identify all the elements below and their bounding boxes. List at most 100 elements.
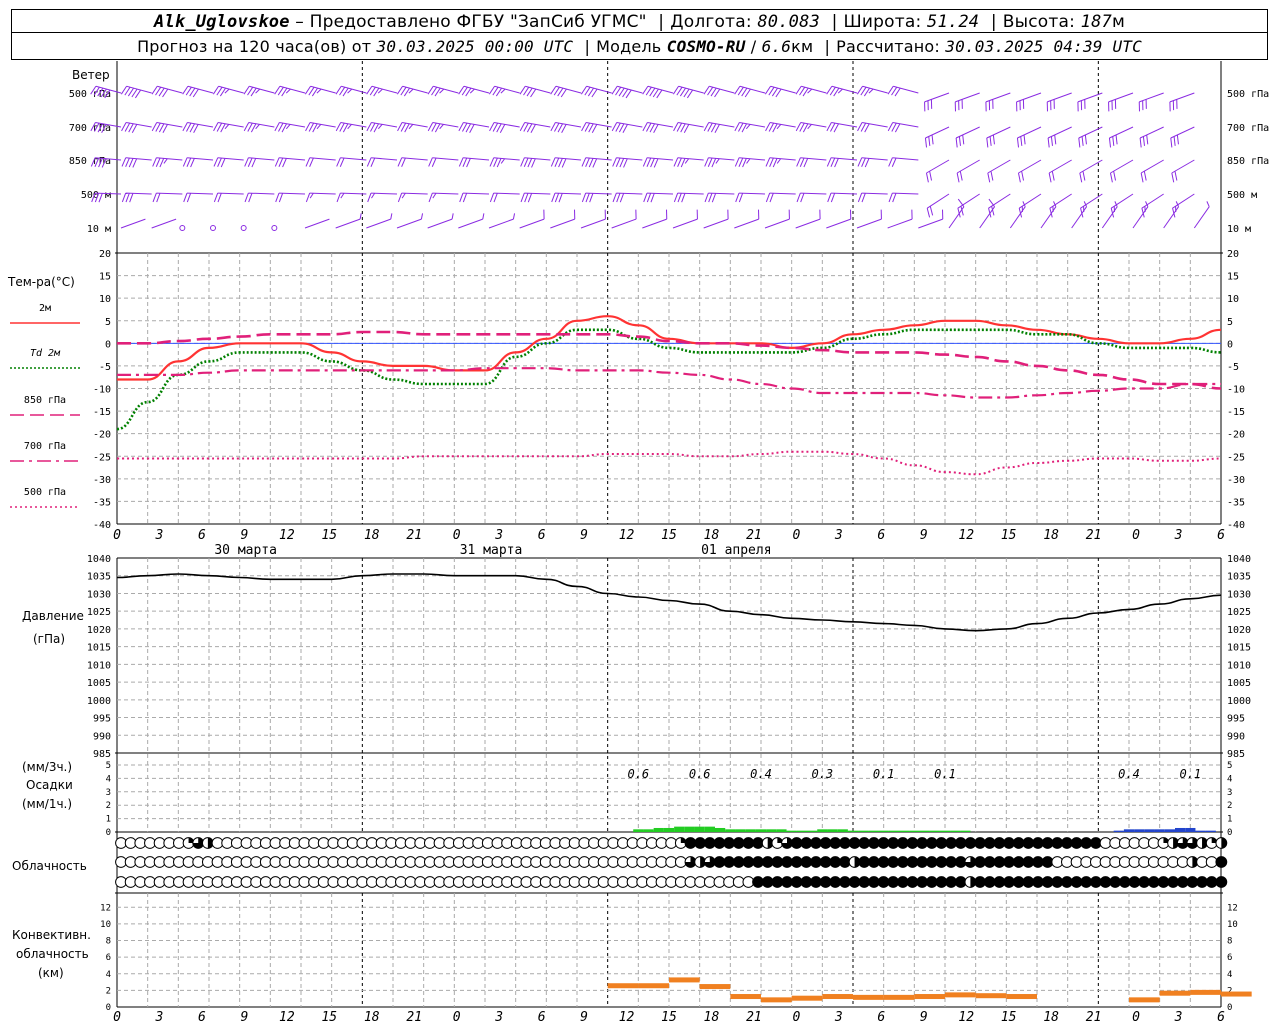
hour-tick-upper: 21 [746, 528, 762, 543]
hour-tick-lower: 15 [1001, 1010, 1017, 1024]
wind-barb [458, 121, 490, 133]
wind-barb [856, 85, 888, 97]
conv-ytick-right: 8 [1227, 937, 1232, 947]
precip-amount-label: 0.6 [689, 767, 711, 781]
hour-tick-lower: 9 [240, 1010, 248, 1024]
precip-bar [1123, 829, 1135, 832]
wind-barb [459, 192, 490, 203]
temp-ytick-right: -5 [1227, 362, 1239, 373]
conv-cloud-bar [822, 994, 853, 1000]
wind-barb [428, 157, 459, 167]
hour-tick-lower: 21 [406, 1010, 422, 1024]
wind-barb [1110, 193, 1134, 218]
precip-bar [674, 826, 685, 832]
wind-barb [271, 225, 278, 231]
precip-bar [735, 829, 746, 832]
wind-barb [519, 121, 551, 133]
wind-barb [1048, 159, 1072, 183]
wind-barb [182, 121, 214, 133]
wind-barb [367, 192, 398, 203]
wind-barb [985, 92, 1011, 112]
temp-legend-label: Td 2м [30, 348, 61, 359]
hour-tick-upper: 18 [1043, 528, 1059, 543]
precip-unit-3h: (мм/3ч.) [22, 760, 73, 774]
wind-barb [1046, 92, 1072, 112]
temp-ytick-left: -15 [93, 407, 111, 418]
pressure-ytick-right: 1000 [1227, 696, 1251, 707]
wind-barb [703, 85, 735, 98]
temp-panel-title: Тем-ра(°C) [8, 275, 75, 289]
precip-amount-label: 0.1 [873, 767, 895, 781]
wind-barb [703, 121, 735, 133]
hour-tick-upper: 6 [1217, 528, 1225, 543]
precip-bar [1195, 830, 1206, 832]
pressure-ytick-right: 1030 [1227, 589, 1251, 600]
wind-barb [1141, 193, 1164, 218]
wind-barb [642, 121, 674, 133]
pressure-ytick-left: 1040 [87, 554, 111, 565]
wind-barb [1109, 159, 1134, 183]
wind-barb [642, 85, 674, 99]
conv-ytick-left: 6 [106, 953, 111, 963]
precip-amount-label: 0.6 [627, 767, 649, 781]
wind-barb [611, 121, 643, 133]
precip-bar [755, 829, 767, 832]
wind-barb [735, 192, 766, 203]
wind-barb [519, 85, 551, 98]
wind-barb [550, 157, 582, 168]
wind-barb [213, 121, 244, 133]
precip-bar [827, 829, 838, 832]
pressure-ytick-right: 1025 [1227, 607, 1251, 618]
conv-ytick-right: 10 [1227, 920, 1238, 930]
precip-bar [858, 830, 869, 832]
conv-cloud-bar [761, 997, 792, 1003]
wind-barb [304, 218, 330, 229]
precip-bar [919, 830, 930, 832]
hour-tick-upper: 12 [279, 528, 295, 543]
hour-tick-upper: 15 [1001, 528, 1017, 543]
day-label: 01 апреля [701, 543, 771, 558]
wind-barb [520, 192, 551, 203]
precip-bar [694, 826, 705, 832]
precip-bar [786, 830, 797, 832]
precip-bar [643, 829, 654, 832]
conv-cloud-bar [975, 993, 1007, 999]
precip-ytick-left: 2 [106, 801, 111, 811]
wind-barb [274, 157, 306, 168]
wind-barb [335, 213, 362, 229]
precip-bar [929, 830, 940, 832]
conv-panel-title-2: облачность [16, 947, 89, 961]
hour-tick-upper: 0 [453, 528, 461, 543]
precip-bar [725, 829, 736, 832]
precip-amount-label: 0.1 [1179, 767, 1201, 781]
precip-ytick-left: 4 [106, 774, 111, 784]
wind-barb [210, 225, 216, 231]
precip-bar [1113, 830, 1124, 832]
wind-barb [857, 192, 888, 203]
wind-barb [1016, 126, 1042, 148]
wind-barb [795, 209, 821, 229]
hour-tick-lower: 12 [279, 1010, 295, 1024]
wind-barb [427, 85, 459, 97]
wind-barb [366, 157, 398, 167]
wind-barb [428, 192, 459, 203]
precip-amount-label: 0.1 [934, 767, 956, 781]
precip-amount-label: 0.4 [1118, 767, 1140, 781]
cloud-panel-title: Облачность [12, 859, 87, 873]
wind-barb [924, 92, 950, 112]
wind-level-label-left: 10 м [87, 224, 111, 235]
wind-level-label-right: 500 м [1227, 190, 1257, 201]
hour-tick-lower: 6 [198, 1010, 206, 1024]
precip-bar [684, 826, 695, 832]
pressure-ytick-left: 1025 [87, 607, 111, 618]
precip-bar [1175, 827, 1186, 832]
temp-ytick-right: -25 [1227, 452, 1245, 463]
conv-cloud-bar [699, 984, 731, 990]
wind-barb [519, 209, 545, 229]
pressure-ytick-right: 995 [1227, 714, 1245, 725]
precip-ytick-right: 5 [1227, 761, 1232, 771]
wind-level-label-left: 700 гПа [69, 123, 111, 134]
precip-bar [1154, 829, 1165, 832]
precip-bar [704, 826, 715, 832]
hour-tick-lower: 12 [958, 1010, 974, 1024]
